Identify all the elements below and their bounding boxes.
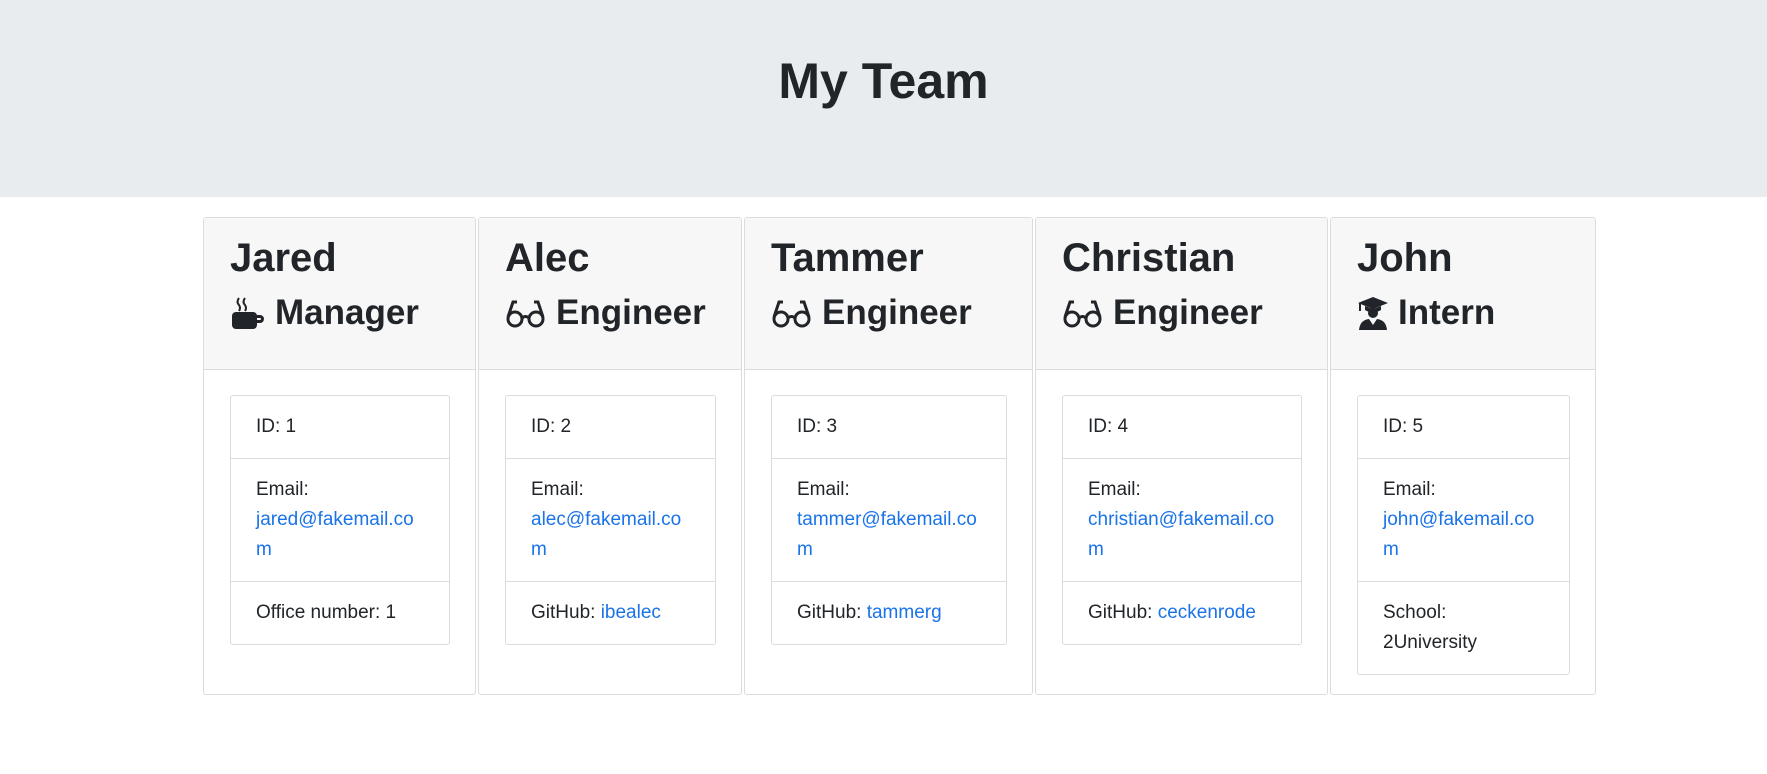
card-header: Jared Manager: [204, 218, 475, 370]
employee-name: Jared: [230, 236, 337, 280]
card-header: Alec Engineer: [479, 218, 741, 370]
employee-email: Email: jared@fakemail.com: [231, 459, 449, 582]
glasses-icon: [771, 295, 813, 331]
email-link[interactable]: john@fakemail.com: [1383, 509, 1534, 560]
page-title: My Team: [778, 52, 989, 109]
graduate-icon: [1357, 295, 1389, 331]
github: GitHub: ceckenrode: [1088, 602, 1256, 623]
employee-card-tammer: Tammer Engineer ID: 3 Email: tammer@fake…: [744, 217, 1033, 695]
employee-name: Alec: [505, 236, 590, 280]
card-header: John Intern: [1331, 218, 1595, 370]
employee-card-jared: Jared Manager ID: 1 Email: jared@fakemai…: [203, 217, 476, 695]
employee-card-christian: Christian Engineer ID: 4 Email: christia…: [1035, 217, 1328, 695]
card-header: Christian Engineer: [1036, 218, 1327, 370]
employee-email: Email: alec@fakemail.com: [506, 459, 715, 582]
employee-email: Email: christian@fakemail.com: [1063, 459, 1301, 582]
github-link[interactable]: tammerg: [867, 602, 942, 623]
email-link[interactable]: christian@fakemail.com: [1088, 509, 1274, 560]
page-header: My Team: [0, 0, 1767, 197]
employee-details: ID: 3 Email: tammer@fakemail.com GitHub:…: [771, 395, 1007, 645]
employee-id: ID: 3: [772, 396, 1006, 459]
employee-details: ID: 5 Email: john@fakemail.com School: 2…: [1357, 395, 1570, 675]
employee-name: John: [1357, 236, 1453, 280]
glasses-icon: [1062, 295, 1104, 331]
employee-role: Engineer: [771, 292, 1007, 334]
employee-card-alec: Alec Engineer ID: 2 Email: alec@fakemail…: [478, 217, 742, 695]
employee-details: ID: 4 Email: christian@fakemail.com GitH…: [1062, 395, 1302, 645]
card-header: Tammer Engineer: [745, 218, 1032, 370]
email-link[interactable]: jared@fakemail.com: [256, 509, 414, 560]
glasses-icon: [505, 295, 547, 331]
employee-email: Email: tammer@fakemail.com: [772, 459, 1006, 582]
office-number: Office number: 1: [256, 602, 397, 623]
employee-details: ID: 2 Email: alec@fakemail.com GitHub: i…: [505, 395, 716, 645]
employee-id: ID: 5: [1358, 396, 1569, 459]
employee-role: Engineer: [505, 292, 716, 334]
employee-details: ID: 1 Email: jared@fakemail.com Office n…: [230, 395, 450, 645]
employee-email: Email: john@fakemail.com: [1358, 459, 1569, 582]
employee-id: ID: 2: [506, 396, 715, 459]
employee-role: Engineer: [1062, 292, 1302, 334]
employee-role: Intern: [1357, 292, 1570, 334]
github-link[interactable]: ibealec: [601, 602, 661, 623]
email-link[interactable]: tammer@fakemail.com: [797, 509, 977, 560]
employee-name: Christian: [1062, 236, 1236, 280]
github: GitHub: tammerg: [797, 602, 942, 623]
github: GitHub: ibealec: [531, 602, 661, 623]
employee-id: ID: 4: [1063, 396, 1301, 459]
employee-name: Tammer: [771, 236, 924, 280]
employee-card-john: John Intern ID: 5 Email: john@fakemail.c…: [1330, 217, 1596, 695]
email-link[interactable]: alec@fakemail.com: [531, 509, 681, 560]
github-link[interactable]: ceckenrode: [1158, 602, 1256, 623]
employee-role: Manager: [230, 292, 450, 334]
coffee-icon: [230, 295, 266, 331]
employee-id: ID: 1: [231, 396, 449, 459]
team-cards: Jared Manager ID: 1 Email: jared@fakemai…: [203, 217, 1598, 695]
school: School: 2University: [1383, 602, 1477, 653]
